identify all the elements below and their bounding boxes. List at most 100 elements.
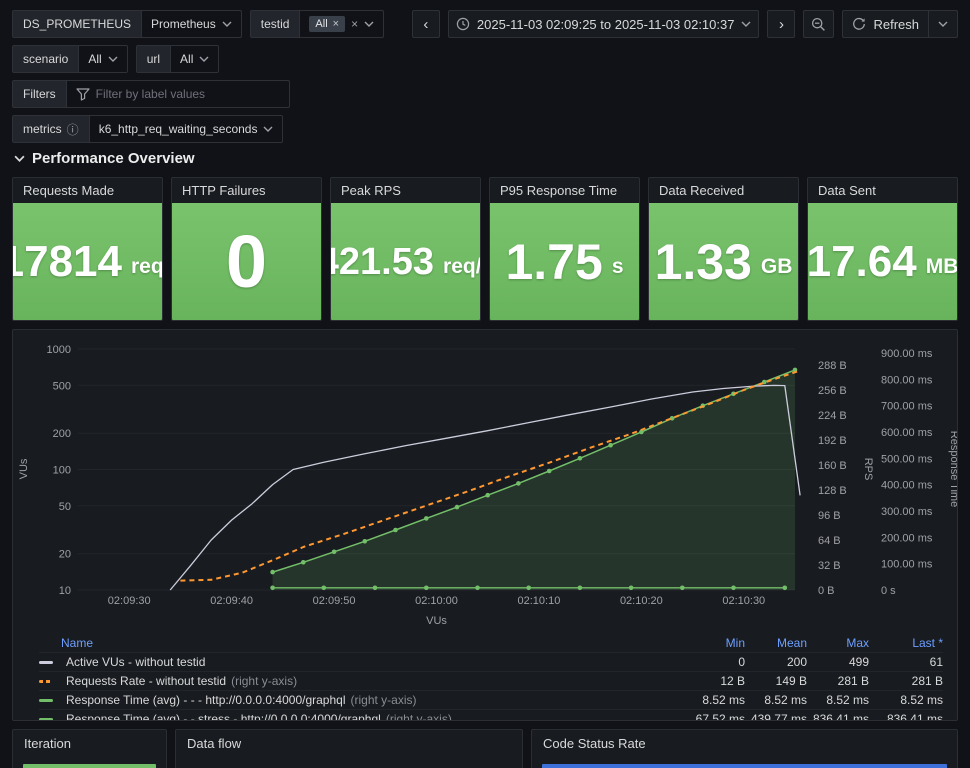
var-url-value-dropdown[interactable]: All xyxy=(171,46,218,72)
svg-text:200.00 ms: 200.00 ms xyxy=(881,532,933,544)
legend-col-name[interactable]: Name xyxy=(39,636,683,650)
chip-remove-icon[interactable]: × xyxy=(333,18,339,30)
stats-row: Requests Made 17814 reqs HTTP Failures 0… xyxy=(12,177,958,321)
time-forward-button[interactable]: › xyxy=(767,10,796,38)
dashboard: DS_PROMETHEUS Prometheus testid All × × … xyxy=(0,0,970,768)
ad-hoc-filters: Filters xyxy=(12,80,290,108)
svg-text:192 B: 192 B xyxy=(818,435,847,447)
svg-text:0 B: 0 B xyxy=(818,585,835,597)
legend-row: Response Time (avg) - - stress - http://… xyxy=(39,709,943,721)
svg-text:100.00 ms: 100.00 ms xyxy=(881,559,933,571)
stat-value: 1.33 xyxy=(654,233,752,290)
legend-header: Name Min Mean Max Last * xyxy=(39,633,943,652)
svg-text:800.00 ms: 800.00 ms xyxy=(881,374,933,386)
chip-value: All xyxy=(315,18,328,30)
toolbar-row-3: Filters xyxy=(12,80,958,108)
series-toggle[interactable]: Response Time (avg) - - stress - http://… xyxy=(39,712,683,720)
series-name: Response Time (avg) - - - http://0.0.0.0… xyxy=(66,693,346,707)
series-min-value: 8.52 ms xyxy=(702,693,745,707)
series-max-value: 836.41 ms xyxy=(812,712,869,721)
chevron-down-icon xyxy=(364,21,374,27)
legend-rows: Active VUs - without testid 0 200 499 61… xyxy=(39,652,943,721)
panel-title: Iteration xyxy=(24,736,71,751)
series-mean-value: 200 xyxy=(786,655,807,669)
stat-title: P95 Response Time xyxy=(500,183,618,198)
refresh-button[interactable]: Refresh xyxy=(843,11,928,37)
zoom-out-time-button[interactable] xyxy=(803,10,835,38)
stat-panel: Requests Made 17814 reqs xyxy=(12,177,163,321)
var-scenario-value-dropdown[interactable]: All xyxy=(79,46,126,72)
var-ds-value-dropdown[interactable]: Prometheus xyxy=(142,11,241,37)
stat-body: 17.64 MB xyxy=(808,203,957,320)
series-axis-note: (right y-axis) xyxy=(350,693,417,707)
series-min-value: 67.52 ms xyxy=(695,712,745,721)
svg-text:300.00 ms: 300.00 ms xyxy=(881,506,933,518)
svg-text:02:09:40: 02:09:40 xyxy=(210,595,253,607)
series-toggle[interactable]: Response Time (avg) - - - http://0.0.0.0… xyxy=(39,693,683,707)
stat-unit: reqs xyxy=(131,254,163,278)
svg-text:RPS: RPS xyxy=(862,458,874,481)
legend-row: Response Time (avg) - - - http://0.0.0.0… xyxy=(39,690,943,709)
legend-col-min[interactable]: Min xyxy=(683,636,745,650)
var-url-value: All xyxy=(180,52,194,66)
var-testid-selected-chip[interactable]: All × xyxy=(309,16,346,32)
svg-text:50: 50 xyxy=(59,501,71,513)
panel: Iteration xyxy=(12,729,167,768)
svg-text:VUs: VUs xyxy=(426,615,447,627)
time-back-button[interactable]: ‹ xyxy=(411,10,440,38)
svg-text:02:10:00: 02:10:00 xyxy=(415,595,458,607)
timeseries-svg[interactable]: 1000 500 200 100 50 20 10 02:09:30 02:09:40 02:09… xyxy=(13,336,958,628)
var-metrics-value-dropdown[interactable]: k6_http_req_waiting_seconds xyxy=(90,116,283,142)
stat-value: 1.75 xyxy=(505,233,603,290)
stat-title: Data Received xyxy=(659,183,745,198)
legend-col-mean[interactable]: Mean xyxy=(745,636,807,650)
series-last-value: 836.41 ms xyxy=(886,712,943,721)
chevron-down-icon xyxy=(938,21,948,27)
series-last-value: 281 B xyxy=(911,674,943,688)
stat-value: 17.64 xyxy=(807,236,917,286)
svg-text:288 B: 288 B xyxy=(818,360,847,372)
chevron-left-icon: ‹ xyxy=(423,15,429,33)
svg-text:20: 20 xyxy=(59,549,71,561)
var-url: url All xyxy=(135,45,220,73)
legend-col-max[interactable]: Max xyxy=(807,636,869,650)
refresh-interval-dropdown[interactable] xyxy=(928,11,957,37)
toolbar-row-4: metrics ⓘ k6_http_req_waiting_seconds xyxy=(12,115,958,143)
clock-icon xyxy=(456,17,470,31)
stat-value: 17814 xyxy=(13,236,122,286)
filters-input[interactable] xyxy=(95,87,280,101)
clear-selection-icon[interactable]: × xyxy=(351,17,358,31)
series-name: Requests Rate - without testid xyxy=(66,674,227,688)
svg-text:32 B: 32 B xyxy=(818,560,841,572)
var-testid-value-dropdown[interactable]: All × × xyxy=(300,11,383,37)
section-performance-overview[interactable]: Performance Overview xyxy=(14,150,958,167)
legend-col-last[interactable]: Last * xyxy=(869,636,943,650)
series-toggle[interactable]: Active VUs - without testid xyxy=(39,655,683,669)
var-url-label: url xyxy=(136,46,172,72)
chevron-down-icon xyxy=(741,21,751,27)
svg-text:200: 200 xyxy=(53,428,71,440)
stat-title: Data Sent xyxy=(818,183,876,198)
svg-text:02:10:30: 02:10:30 xyxy=(722,595,765,607)
svg-text:02:09:30: 02:09:30 xyxy=(108,595,151,607)
stat-value: 421.53 xyxy=(331,240,435,283)
var-metrics-value: k6_http_req_waiting_seconds xyxy=(98,122,258,136)
time-range-picker[interactable]: 2025-11-03 02:09:25 to 2025-11-03 02:10:… xyxy=(447,10,760,38)
refresh-icon xyxy=(852,17,866,31)
svg-text:100: 100 xyxy=(53,465,71,477)
stat-unit: req/s xyxy=(443,254,481,278)
panel-bar xyxy=(23,764,156,768)
stat-panel: Peak RPS 421.53 req/s xyxy=(330,177,481,321)
panel-title: Data flow xyxy=(187,736,242,751)
svg-text:700.00 ms: 700.00 ms xyxy=(881,401,933,413)
chevron-right-icon: › xyxy=(778,15,784,33)
stat-title: HTTP Failures xyxy=(182,183,266,198)
series-color-swatch xyxy=(39,717,53,720)
series-toggle[interactable]: Requests Rate - without testid (right y-… xyxy=(39,674,683,688)
svg-text:256 B: 256 B xyxy=(818,385,847,397)
info-icon: ⓘ xyxy=(66,122,79,137)
series-max-value: 499 xyxy=(848,655,869,669)
time-range-text: 2025-11-03 02:09:25 to 2025-11-03 02:10:… xyxy=(476,16,735,32)
var-scenario-value: All xyxy=(88,52,102,66)
svg-text:02:10:20: 02:10:20 xyxy=(620,595,663,607)
